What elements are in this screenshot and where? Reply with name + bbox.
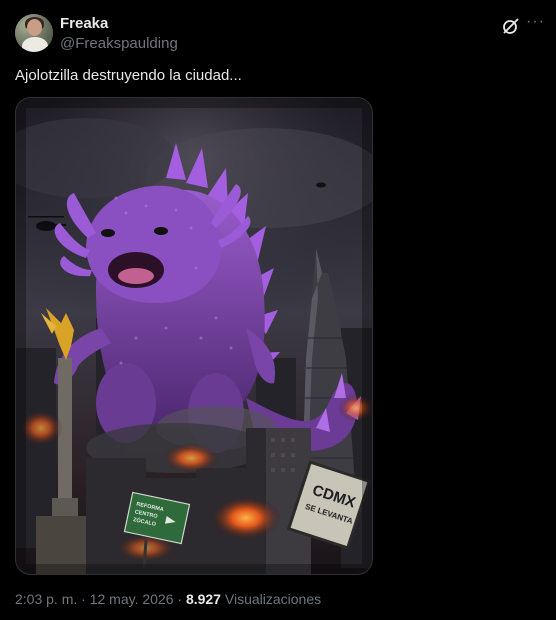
author-handle[interactable]: @Freakspaulding bbox=[60, 35, 178, 52]
author-name[interactable]: Freaka bbox=[60, 15, 108, 32]
more-icon[interactable]: ··· bbox=[526, 14, 544, 35]
views-label: Visualizaciones bbox=[220, 591, 322, 607]
views-count: 8.927 bbox=[185, 591, 221, 607]
tweet-text: Ajolotzilla destruyendo la ciudad... bbox=[15, 67, 242, 84]
grok-icon[interactable] bbox=[501, 16, 521, 36]
tweet-header: Freaka @Freakspaulding ··· bbox=[15, 14, 544, 54]
timestamp[interactable]: 2:03 p. m. · 12 may. 2026 · bbox=[15, 591, 186, 607]
avatar[interactable] bbox=[15, 14, 53, 52]
tweet-image[interactable]: REFORMA CENTRO ZÓCALO CDMX SE LEVANTA bbox=[15, 97, 373, 575]
tweet-meta: 2:03 p. m. · 12 may. 2026 · 8.927 Visual… bbox=[15, 591, 321, 607]
